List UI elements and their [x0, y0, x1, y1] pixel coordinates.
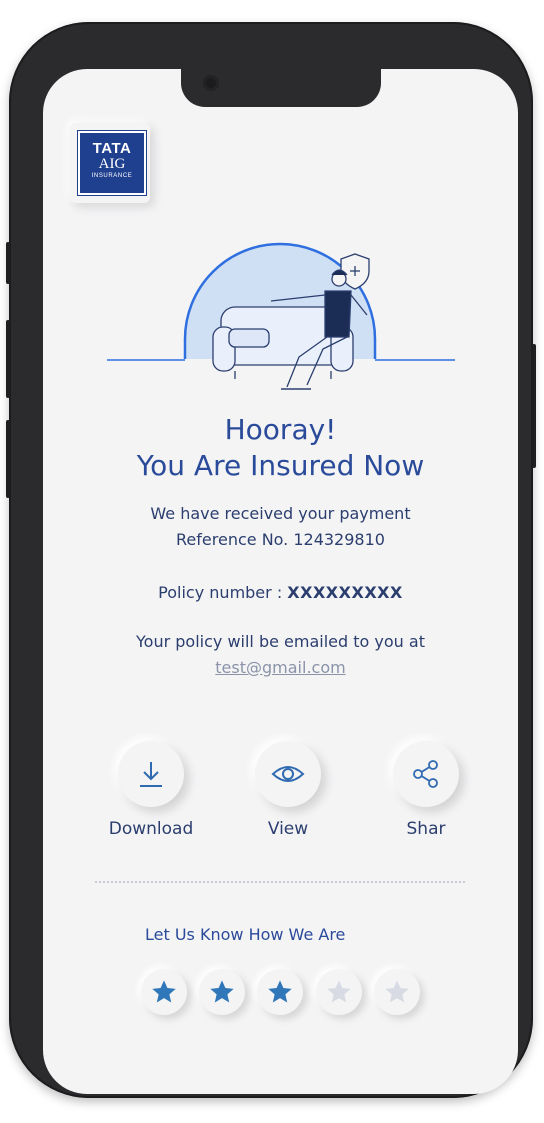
notch — [181, 69, 381, 107]
logo-line-1: TATA — [92, 140, 132, 157]
payment-received-text: We have received your payment — [150, 504, 411, 523]
eye-icon — [271, 766, 305, 782]
view-button[interactable] — [255, 741, 321, 807]
heading-line-2: You Are Insured Now — [136, 449, 425, 482]
volume-down-button — [6, 420, 10, 498]
volume-up-button — [6, 320, 10, 398]
star-icon — [268, 980, 292, 1003]
star-3-button[interactable] — [257, 969, 303, 1015]
star-2-button[interactable] — [199, 969, 245, 1015]
policy-number-value: XXXXXXXXX — [287, 583, 403, 602]
reference-number-text: Reference No. 124329810 — [176, 530, 385, 549]
share-action[interactable]: Shar — [381, 741, 471, 839]
policy-number-row: Policy number : XXXXXXXXX — [43, 583, 518, 602]
download-icon — [140, 762, 162, 787]
email-intro-text: Your policy will be emailed to you at — [136, 632, 425, 651]
mute-switch — [6, 242, 10, 284]
section-divider — [95, 881, 465, 883]
brand-logo-card: TATA AIG INSURANCE — [70, 123, 150, 203]
insured-illustration — [107, 242, 455, 390]
view-action[interactable]: View — [243, 741, 333, 839]
logo-line-3: INSURANCE — [91, 173, 133, 179]
view-label: View — [267, 819, 309, 839]
heading-line-1: Hooray! — [224, 413, 337, 446]
star-5-button[interactable] — [374, 969, 420, 1015]
download-action[interactable]: Download — [106, 741, 196, 839]
star-4-button[interactable] — [316, 969, 362, 1015]
star-icon — [385, 980, 409, 1003]
camera-icon — [203, 75, 219, 91]
download-label: Download — [108, 819, 194, 839]
phone-frame: TATA AIG INSURANCE Hooray! You Are Insur… — [6, 22, 536, 1098]
share-label: Shar — [406, 819, 446, 839]
email-link[interactable]: test@gmail.com — [43, 658, 518, 677]
policy-number-label: Policy number : — [158, 583, 288, 602]
download-button[interactable] — [118, 741, 184, 807]
star-icon — [152, 980, 176, 1003]
app-screen: TATA AIG INSURANCE Hooray! You Are Insur… — [43, 69, 518, 1094]
share-button[interactable] — [393, 741, 459, 807]
star-icon — [210, 980, 234, 1003]
rating-prompt: Let Us Know How We Are — [145, 925, 346, 944]
share-icon — [413, 760, 438, 788]
logo-line-2: AIG — [98, 156, 126, 172]
star-1-button[interactable] — [141, 969, 187, 1015]
star-icon — [327, 980, 351, 1003]
tata-aig-logo: TATA AIG INSURANCE — [77, 130, 147, 196]
power-button — [532, 344, 536, 468]
